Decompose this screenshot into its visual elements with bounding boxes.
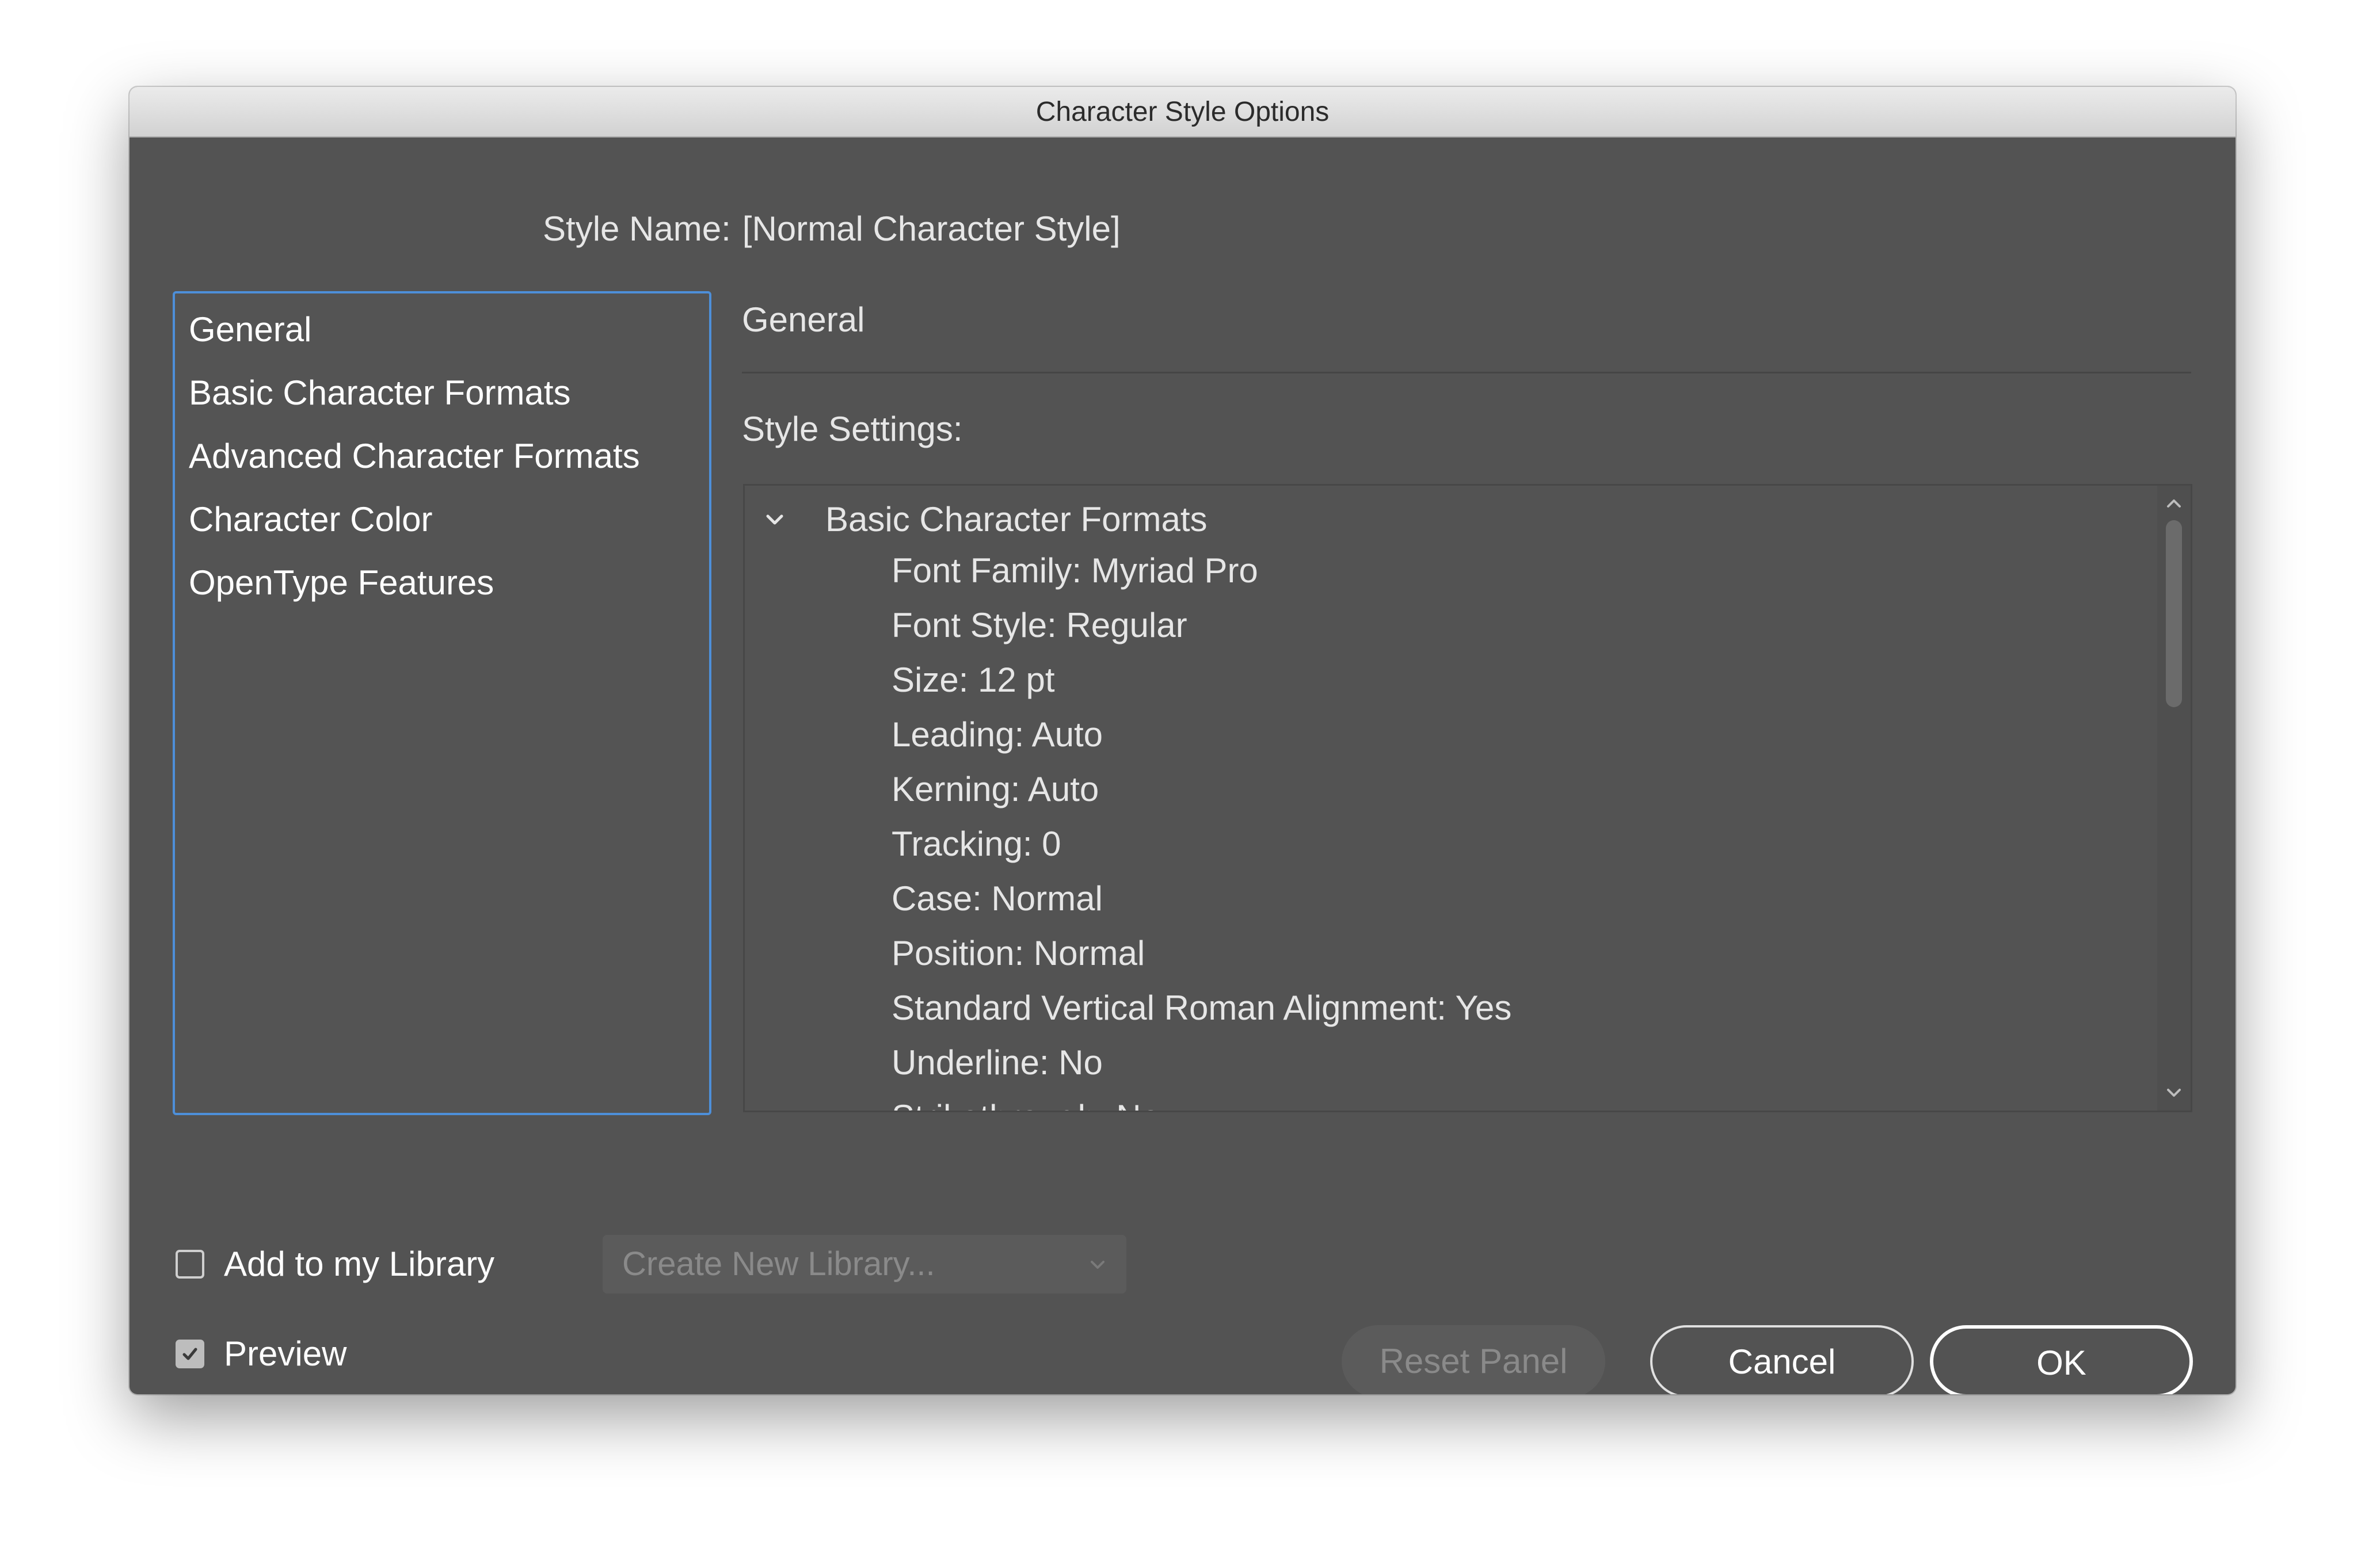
category-item-character-color[interactable]: Character Color xyxy=(175,488,709,551)
category-item-opentype-features[interactable]: OpenType Features xyxy=(175,551,709,615)
add-to-library-checkbox[interactable] xyxy=(176,1250,204,1279)
tree-item: Font Family: Myriad Pro xyxy=(892,551,1258,590)
add-to-library-label[interactable]: Add to my Library xyxy=(224,1235,494,1294)
tree-item: Underline: No xyxy=(892,1043,1103,1082)
style-name-value: [Normal Character Style] xyxy=(742,209,1121,248)
chevron-down-icon[interactable] xyxy=(757,494,792,545)
tree-item: Size: 12 pt xyxy=(892,661,1055,699)
library-select-value: Create New Library... xyxy=(622,1245,935,1283)
section-divider xyxy=(742,372,2191,373)
tree-item: Case: Normal xyxy=(892,879,1103,918)
vertical-scrollbar[interactable] xyxy=(2157,486,2191,1111)
style-name-row: Style Name: [Normal Character Style] xyxy=(543,209,1121,249)
tree-item: Position: Normal xyxy=(892,934,1145,972)
section-title: General xyxy=(742,300,865,339)
category-item-basic-character-formats[interactable]: Basic Character Formats xyxy=(175,361,709,425)
character-style-options-dialog: Character Style Options Style Name: [Norm… xyxy=(130,87,2235,1394)
library-select: Create New Library... xyxy=(603,1235,1126,1294)
cancel-button[interactable]: Cancel xyxy=(1650,1325,1914,1394)
chevron-down-icon[interactable] xyxy=(2162,1081,2186,1105)
style-name-label: Style Name: xyxy=(543,209,731,248)
scrollbar-thumb[interactable] xyxy=(2166,520,2182,707)
ok-button[interactable]: OK xyxy=(1930,1325,2193,1394)
chevron-down-icon xyxy=(1086,1253,1109,1276)
checkmark-icon xyxy=(182,1348,197,1360)
category-list: General Basic Character Formats Advanced… xyxy=(173,291,711,1115)
reset-panel-button: Reset Panel xyxy=(1342,1325,1605,1394)
tree-item: Tracking: 0 xyxy=(892,825,1061,863)
tree-item: Font Style: Regular xyxy=(892,606,1187,644)
category-item-general[interactable]: General xyxy=(175,298,709,361)
tree-item: Strikethrough: No xyxy=(892,1090,1511,1111)
preview-label[interactable]: Preview xyxy=(224,1325,346,1383)
title-bar: Character Style Options xyxy=(130,87,2235,138)
tree-item: Standard Vertical Roman Alignment: Yes xyxy=(892,989,1512,1027)
tree-item: Leading: Auto xyxy=(892,715,1103,754)
window-title: Character Style Options xyxy=(1035,97,1330,127)
preview-checkbox[interactable] xyxy=(176,1340,204,1368)
chevron-up-icon[interactable] xyxy=(2162,491,2186,516)
tree-item: Kerning: Auto xyxy=(892,770,1099,808)
style-settings-label: Style Settings: xyxy=(742,410,963,448)
tree-items: Font Family: Myriad Pro Font Style: Regu… xyxy=(892,543,1512,1111)
category-item-advanced-character-formats[interactable]: Advanced Character Formats xyxy=(175,425,709,488)
style-settings-list[interactable]: Basic Character Formats Font Family: Myr… xyxy=(743,484,2192,1112)
tree-group-label: Basic Character Formats xyxy=(825,500,1208,539)
